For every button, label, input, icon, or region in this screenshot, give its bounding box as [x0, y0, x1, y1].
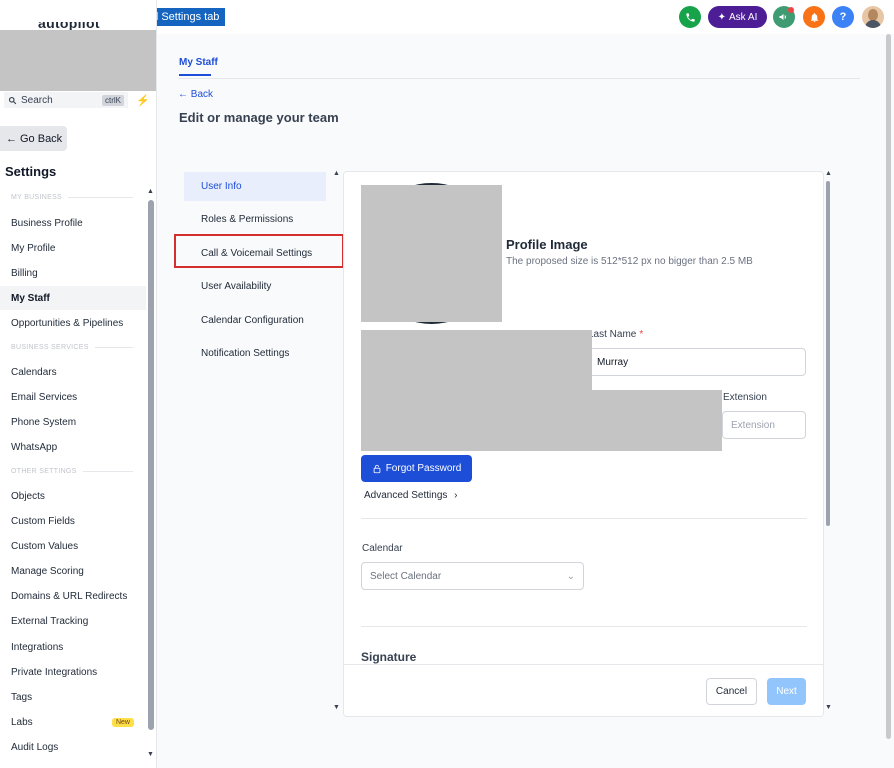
avatar-body: [865, 20, 881, 28]
advanced-settings-toggle[interactable]: Advanced Settings ›: [364, 490, 458, 501]
calendar-select[interactable]: Select Calendar ⌄: [361, 562, 584, 590]
sidebar-scrollbar[interactable]: [148, 200, 154, 730]
ask-ai-label: Ask AI: [729, 11, 758, 23]
section-my-business: MY BUSINESS: [11, 194, 133, 201]
profile-image-hint: The proposed size is 512*512 px no bigge…: [506, 256, 753, 267]
calendar-select-placeholder: Select Calendar: [370, 570, 442, 582]
bell-icon: [810, 12, 818, 22]
help-icon: ?: [839, 11, 847, 23]
user-info-card: Profile Image The proposed size is 512*5…: [343, 171, 824, 717]
back-label: Back: [190, 89, 214, 100]
sidebar-item-domains[interactable]: Domains & URL Redirects: [0, 584, 146, 608]
sidebar: autopilot Search ctrlK ⚡ ← Go Back Setti…: [0, 0, 157, 768]
phone-button[interactable]: [679, 6, 701, 28]
divider: [361, 518, 807, 519]
sidebar-item-my-staff[interactable]: My Staff: [0, 286, 146, 310]
tab-notification-settings[interactable]: Notification Settings: [184, 339, 326, 368]
quick-action-icon[interactable]: ⚡: [136, 94, 150, 107]
phone-icon: [685, 12, 695, 22]
go-back-button[interactable]: ← Go Back: [0, 126, 67, 151]
forgot-password-button[interactable]: Forgot Password: [361, 455, 472, 482]
search-input[interactable]: Search ctrlK: [4, 92, 128, 108]
advanced-settings-label: Advanced Settings: [364, 490, 448, 501]
arrow-left-icon: ←: [178, 89, 191, 100]
main-scrollbar[interactable]: [886, 34, 891, 739]
page-title: Edit or manage your team: [179, 110, 339, 125]
megaphone-icon: [779, 14, 786, 20]
cancel-button[interactable]: Cancel: [706, 678, 757, 705]
next-button[interactable]: Next: [767, 678, 806, 705]
last-name-field[interactable]: [588, 348, 806, 376]
tab-calendar-configuration[interactable]: Calendar Configuration: [184, 306, 326, 335]
sidebar-item-custom-values[interactable]: Custom Values: [0, 534, 146, 558]
card-scrollbar[interactable]: [826, 181, 830, 526]
profile-image[interactable]: [361, 185, 502, 322]
lock-icon: [373, 464, 381, 473]
redacted-fields-2: [361, 390, 722, 451]
sidebar-item-my-profile[interactable]: My Profile: [0, 236, 146, 260]
sidebar-item-labs[interactable]: Labs New: [0, 710, 146, 734]
sidebar-item-calendars[interactable]: Calendars: [0, 360, 146, 384]
tab-roles-permissions[interactable]: Roles & Permissions: [184, 205, 326, 234]
section-business-services: BUSINESS SERVICES: [11, 344, 133, 351]
chevron-down-icon: ⌄: [566, 570, 575, 582]
main-content: My Staff ← Back Edit or manage your team…: [157, 34, 894, 768]
avatar[interactable]: [862, 6, 884, 28]
search-label: Search: [21, 94, 53, 106]
notification-dot: [788, 7, 794, 13]
sidebar-item-audit-logs[interactable]: Audit Logs: [0, 735, 146, 759]
sidebar-item-billing[interactable]: Billing: [0, 261, 146, 285]
sidebar-item-integrations[interactable]: Integrations: [0, 635, 146, 659]
sidebar-item-objects[interactable]: Objects: [0, 484, 146, 508]
sidebar-item-external-tracking[interactable]: External Tracking: [0, 609, 146, 633]
settings-title: Settings: [5, 164, 57, 179]
sidebar-item-business-profile[interactable]: Business Profile: [0, 211, 146, 235]
sidebar-item-whatsapp[interactable]: WhatsApp: [0, 435, 146, 459]
calendar-label: Calendar: [362, 543, 403, 554]
scroll-up-icon[interactable]: ▲: [147, 188, 154, 195]
new-badge: New: [111, 717, 134, 727]
sidebar-item-tags[interactable]: Tags: [0, 685, 146, 709]
sidebar-item-custom-fields[interactable]: Custom Fields: [0, 509, 146, 533]
search-icon: [8, 96, 17, 104]
sidebar-item-opportunities[interactable]: Opportunities & Pipelines: [0, 311, 146, 335]
tab-my-staff[interactable]: My Staff: [179, 57, 218, 68]
logo-redacted: [0, 30, 156, 91]
extension-field[interactable]: [722, 411, 806, 439]
ask-ai-button[interactable]: ✦ Ask AI: [708, 6, 767, 28]
search-row: Search ctrlK ⚡: [4, 92, 156, 108]
chevron-right-icon: ›: [454, 490, 458, 501]
card-scroll-down-icon[interactable]: ▼: [825, 704, 832, 711]
scroll-down-icon[interactable]: ▼: [147, 751, 154, 758]
sidebar-item-email-services[interactable]: Email Services: [0, 385, 146, 409]
menu-scroll-down-icon[interactable]: ▼: [333, 704, 340, 711]
announcements-button[interactable]: [773, 6, 795, 28]
divider: [361, 626, 807, 627]
tab-user-info[interactable]: User Info: [184, 172, 326, 201]
card-scroll-up-icon[interactable]: ▲: [825, 170, 832, 177]
back-link[interactable]: ← Back: [178, 89, 213, 100]
menu-scroll-up-icon[interactable]: ▲: [333, 170, 340, 177]
sparkle-icon: ✦: [717, 11, 727, 23]
profile-image-title: Profile Image: [506, 237, 588, 252]
signature-label: Signature: [361, 650, 417, 664]
extension-label: Extension: [723, 392, 767, 403]
arrow-left-icon: ←: [6, 132, 17, 145]
go-back-label: Go Back: [20, 132, 63, 145]
highlight-box: [174, 234, 344, 268]
section-other-settings: OTHER SETTINGS: [11, 468, 133, 475]
sidebar-item-phone-system[interactable]: Phone System: [0, 410, 146, 434]
sidebar-item-labs-label: Labs: [11, 716, 33, 728]
last-name-label: Last Name *: [588, 329, 644, 340]
help-button[interactable]: ?: [832, 6, 854, 28]
redacted-fields: [361, 330, 592, 390]
notifications-button[interactable]: [803, 6, 825, 28]
forgot-password-label: Forgot Password: [385, 463, 462, 474]
sidebar-item-manage-scoring[interactable]: Manage Scoring: [0, 559, 146, 583]
tab-user-availability[interactable]: User Availability: [184, 272, 326, 301]
search-shortcut: ctrlK: [102, 94, 124, 106]
sidebar-item-private-integrations[interactable]: Private Integrations: [0, 660, 146, 684]
tab-underline: [179, 74, 211, 76]
tab-divider: [179, 78, 860, 79]
